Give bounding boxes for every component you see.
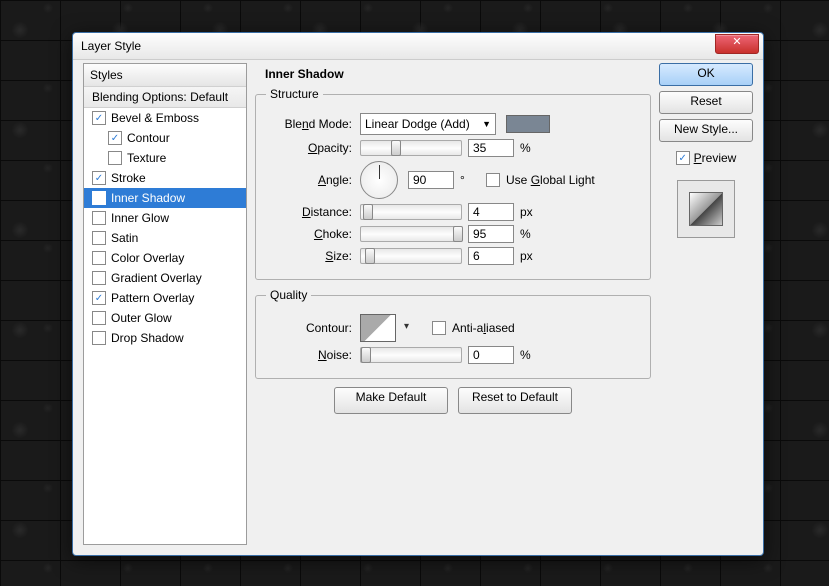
choke-value[interactable]: 95 <box>468 225 514 243</box>
style-checkbox[interactable] <box>92 231 106 245</box>
style-checkbox[interactable] <box>92 191 106 205</box>
opacity-slider[interactable] <box>360 140 462 156</box>
ok-button[interactable]: OK <box>659 63 753 86</box>
style-row-gradient-overlay[interactable]: Gradient Overlay <box>84 268 246 288</box>
noise-value[interactable]: 0 <box>468 346 514 364</box>
style-label: Stroke <box>111 171 146 185</box>
angle-dial[interactable] <box>360 161 398 199</box>
style-checkbox[interactable] <box>92 291 106 305</box>
style-row-bevel-emboss[interactable]: Bevel & Emboss <box>84 108 246 128</box>
style-label: Bevel & Emboss <box>111 111 199 125</box>
style-row-texture[interactable]: Texture <box>84 148 246 168</box>
blend-mode-select[interactable]: Linear Dodge (Add)▼ <box>360 113 496 135</box>
new-style-button[interactable]: New Style... <box>659 119 753 142</box>
styles-panel: Styles Blending Options: Default Bevel &… <box>83 63 247 545</box>
style-checkbox[interactable] <box>92 311 106 325</box>
preview-icon <box>689 192 723 226</box>
reset-default-button[interactable]: Reset to Default <box>458 387 572 414</box>
style-row-satin[interactable]: Satin <box>84 228 246 248</box>
structure-group: Structure Blend Mode: Linear Dodge (Add)… <box>255 87 651 280</box>
size-value[interactable]: 6 <box>468 247 514 265</box>
panel-title: Inner Shadow <box>265 67 651 81</box>
style-label: Outer Glow <box>111 311 172 325</box>
style-row-inner-glow[interactable]: Inner Glow <box>84 208 246 228</box>
reset-button[interactable]: Reset <box>659 91 753 114</box>
window-title: Layer Style <box>81 39 141 53</box>
contour-label: Contour: <box>266 321 354 335</box>
blend-mode-label: Blend Mode: <box>266 117 354 131</box>
color-swatch[interactable] <box>506 115 550 133</box>
quality-group: Quality Contour: Anti-aliased Noise: 0 % <box>255 288 651 379</box>
styles-header[interactable]: Styles <box>84 64 246 87</box>
style-checkbox[interactable] <box>92 271 106 285</box>
style-checkbox[interactable] <box>92 111 106 125</box>
size-label: Size: <box>266 249 354 263</box>
style-checkbox[interactable] <box>92 251 106 265</box>
style-row-pattern-overlay[interactable]: Pattern Overlay <box>84 288 246 308</box>
antialiased-checkbox[interactable] <box>432 321 446 335</box>
contour-picker[interactable] <box>360 314 396 342</box>
structure-legend: Structure <box>266 87 323 101</box>
size-slider[interactable] <box>360 248 462 264</box>
quality-legend: Quality <box>266 288 311 302</box>
blending-options-row[interactable]: Blending Options: Default <box>84 87 246 108</box>
distance-value[interactable]: 4 <box>468 203 514 221</box>
chevron-down-icon: ▼ <box>482 119 491 129</box>
style-checkbox[interactable] <box>108 151 122 165</box>
style-checkbox[interactable] <box>92 171 106 185</box>
style-label: Drop Shadow <box>111 331 184 345</box>
preview-thumbnail <box>677 180 735 238</box>
noise-slider[interactable] <box>360 347 462 363</box>
titlebar[interactable]: Layer Style ✕ <box>73 33 763 60</box>
global-light-checkbox[interactable] <box>486 173 500 187</box>
style-checkbox[interactable] <box>92 331 106 345</box>
style-label: Gradient Overlay <box>111 271 202 285</box>
opacity-label: Opacity: <box>266 141 354 155</box>
style-label: Texture <box>127 151 166 165</box>
antialiased-label: Anti-aliased <box>452 321 515 335</box>
distance-slider[interactable] <box>360 204 462 220</box>
style-label: Pattern Overlay <box>111 291 194 305</box>
choke-slider[interactable] <box>360 226 462 242</box>
global-light-label: Use Global Light <box>506 173 595 187</box>
distance-label: Distance: <box>266 205 354 219</box>
opacity-value[interactable]: 35 <box>468 139 514 157</box>
style-label: Inner Glow <box>111 211 169 225</box>
angle-value[interactable]: 90 <box>408 171 454 189</box>
style-label: Color Overlay <box>111 251 184 265</box>
style-row-inner-shadow[interactable]: Inner Shadow <box>84 188 246 208</box>
style-row-stroke[interactable]: Stroke <box>84 168 246 188</box>
style-row-color-overlay[interactable]: Color Overlay <box>84 248 246 268</box>
style-label: Inner Shadow <box>111 191 185 205</box>
choke-label: Choke: <box>266 227 354 241</box>
settings-panel: Inner Shadow Structure Blend Mode: Linea… <box>255 63 651 545</box>
right-panel: OK Reset New Style... Preview <box>659 63 753 545</box>
noise-label: Noise: <box>266 348 354 362</box>
close-button[interactable]: ✕ <box>715 34 759 54</box>
angle-label: Angle: <box>266 173 354 187</box>
layer-style-dialog: Layer Style ✕ Styles Blending Options: D… <box>72 32 764 556</box>
preview-label: Preview <box>694 151 737 165</box>
style-checkbox[interactable] <box>108 131 122 145</box>
style-label: Satin <box>111 231 138 245</box>
style-row-drop-shadow[interactable]: Drop Shadow <box>84 328 246 348</box>
style-row-contour[interactable]: Contour <box>84 128 246 148</box>
style-label: Contour <box>127 131 170 145</box>
style-row-outer-glow[interactable]: Outer Glow <box>84 308 246 328</box>
preview-checkbox[interactable] <box>676 151 690 165</box>
make-default-button[interactable]: Make Default <box>334 387 448 414</box>
style-checkbox[interactable] <box>92 211 106 225</box>
